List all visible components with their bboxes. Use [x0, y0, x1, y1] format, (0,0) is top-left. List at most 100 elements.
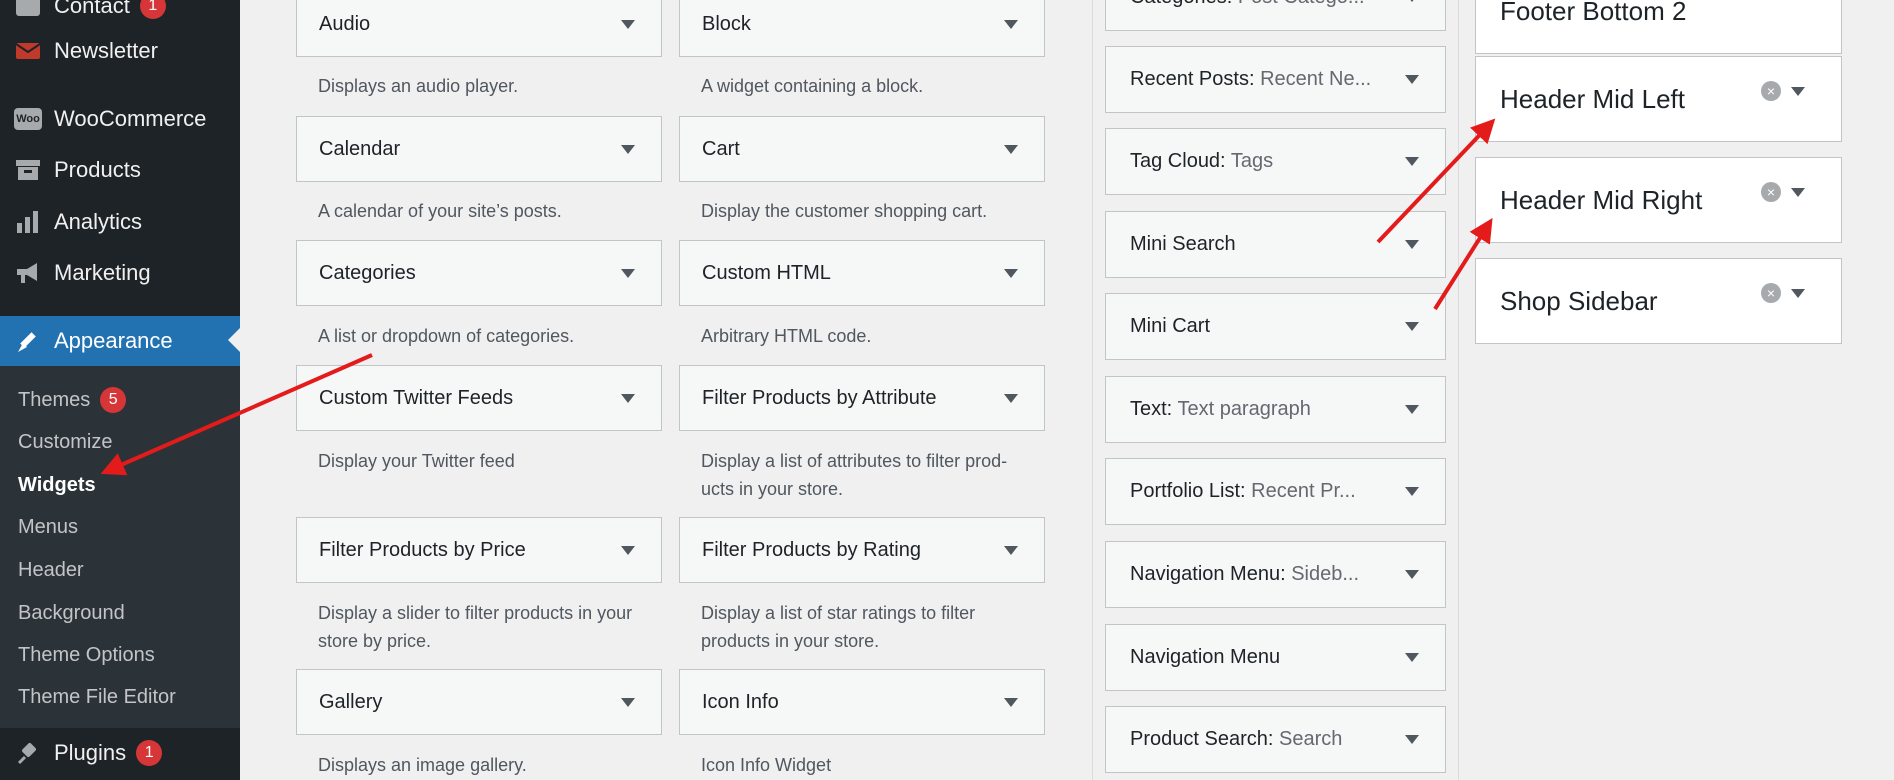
caret-down-icon[interactable]: [1405, 405, 1419, 414]
submenu-themes[interactable]: Themes 5: [18, 384, 127, 416]
widget-filter-products-by-rating[interactable]: Filter Products by Rating: [679, 517, 1045, 583]
menu-contact-label: Contact: [54, 0, 130, 18]
caret-down-icon[interactable]: [621, 545, 635, 555]
caret-down-icon[interactable]: [1405, 735, 1419, 744]
caret-down-icon[interactable]: [1405, 157, 1419, 166]
caret-down-icon[interactable]: [1405, 75, 1419, 84]
sidebar-widget[interactable]: Mini Cart: [1105, 293, 1446, 360]
widget-description: Display a list of star ratings to filter…: [701, 599, 1061, 655]
widget-area-title: Header Mid Left: [1500, 83, 1685, 114]
menu-woocommerce[interactable]: Woo WooCommerce: [0, 95, 240, 143]
submenu-widgets[interactable]: Widgets: [18, 469, 96, 501]
widget-calendar[interactable]: Calendar: [296, 116, 662, 182]
widget-instance-title: Tags: [1230, 150, 1274, 172]
widget-gallery[interactable]: Gallery: [296, 669, 662, 735]
widget-audio[interactable]: Audio: [296, 0, 662, 57]
widget-instance-title: Recent Pr...: [1251, 480, 1356, 502]
submenu-theme-options[interactable]: Theme Options: [18, 639, 155, 671]
widget-categories[interactable]: Categories: [296, 240, 662, 306]
widget-block[interactable]: Block: [679, 0, 1045, 57]
sidebar-widget-title: Mini Cart: [1130, 315, 1395, 338]
widget-area-header-mid-left[interactable]: Header Mid Left ×: [1475, 56, 1842, 142]
widget-type: Recent Posts:: [1130, 68, 1255, 90]
widget-description: Displays an image gallery.: [318, 755, 527, 775]
menu-analytics[interactable]: Analytics: [0, 198, 240, 246]
caret-down-icon[interactable]: [1004, 697, 1018, 707]
widget-description: Arbitrary HTML code.: [701, 326, 872, 346]
submenu-header[interactable]: Header: [18, 554, 84, 586]
caret-down-icon[interactable]: [1004, 393, 1018, 403]
close-circle-icon[interactable]: ×: [1761, 283, 1781, 303]
menu-plugins[interactable]: Plugins 1: [0, 729, 240, 777]
close-circle-icon[interactable]: ×: [1761, 182, 1781, 202]
sidebar-widget[interactable]: Product Search: Search: [1105, 706, 1446, 773]
caret-down-icon[interactable]: [1004, 268, 1018, 278]
widget-area-shop-sidebar[interactable]: Shop Sidebar ×: [1475, 258, 1842, 344]
caret-down-icon[interactable]: [621, 144, 635, 154]
caret-down-icon[interactable]: [1405, 570, 1419, 579]
widget-area-footer-bottom-2[interactable]: Footer Bottom 2: [1475, 0, 1842, 54]
sidebar-widget[interactable]: Portfolio List: Recent Pr...: [1105, 458, 1446, 525]
menu-newsletter-label: Newsletter: [54, 38, 158, 63]
submenu-background[interactable]: Background: [18, 597, 125, 629]
menu-newsletter[interactable]: Newsletter: [0, 27, 240, 75]
sidebar-widget-title: Recent Posts: Recent Ne...: [1130, 68, 1395, 91]
caret-down-icon[interactable]: [621, 268, 635, 278]
sidebar-widget[interactable]: Recent Posts: Recent Ne...: [1105, 46, 1446, 113]
menu-products[interactable]: Products: [0, 146, 240, 194]
caret-down-icon[interactable]: [1004, 144, 1018, 154]
caret-down-icon[interactable]: [1405, 653, 1419, 662]
close-circle-icon[interactable]: ×: [1761, 81, 1781, 101]
widget-instance-title: Text paragraph: [1177, 398, 1311, 420]
current-menu-arrow: [228, 328, 240, 352]
widget-title: Categories: [319, 261, 416, 284]
caret-down-icon[interactable]: [1791, 86, 1805, 96]
contact-badge: 1: [139, 0, 166, 19]
paintbrush-icon: [14, 327, 42, 355]
sidebar-widget[interactable]: Categories: Post Catego...: [1105, 0, 1446, 31]
menu-appearance[interactable]: Appearance: [0, 316, 240, 366]
caret-down-icon[interactable]: [1004, 19, 1018, 29]
widget-custom-html[interactable]: Custom HTML: [679, 240, 1045, 306]
widget-area-title: Header Mid Right: [1500, 184, 1703, 215]
submenu-menus[interactable]: Menus: [18, 511, 78, 543]
widget-filter-products-by-attribute[interactable]: Filter Products by Attribute: [679, 365, 1045, 431]
caret-down-icon[interactable]: [1791, 288, 1805, 298]
column-divider: [1458, 0, 1459, 780]
desc-line: products in your store.: [701, 631, 880, 651]
widget-type: Text:: [1130, 398, 1173, 420]
caret-down-icon[interactable]: [1405, 487, 1419, 496]
sidebar-widget[interactable]: Tag Cloud: Tags: [1105, 128, 1446, 195]
widget-area-header-mid-right[interactable]: Header Mid Right ×: [1475, 157, 1842, 243]
submenu-themes-label: Themes: [18, 388, 91, 411]
widget-title: Block: [702, 12, 751, 35]
widget-title: Icon Info: [702, 690, 779, 713]
caret-down-icon[interactable]: [1004, 545, 1018, 555]
caret-down-icon[interactable]: [621, 393, 635, 403]
sidebar-widget[interactable]: Text: Text paragraph: [1105, 376, 1446, 443]
sidebar-widget[interactable]: Navigation Menu: [1105, 624, 1446, 691]
appearance-submenu: Themes 5 Customize Widgets Menus Header …: [0, 366, 240, 728]
menu-marketing[interactable]: Marketing: [0, 249, 240, 297]
submenu-customize[interactable]: Customize: [18, 426, 112, 458]
sidebar-widget[interactable]: Navigation Menu: Sideb...: [1105, 541, 1446, 608]
widget-custom-twitter-feeds[interactable]: Custom Twitter Feeds: [296, 365, 662, 431]
menu-contact[interactable]: Contact 1: [0, 0, 240, 30]
menu-appearance-label: Appearance: [54, 328, 173, 353]
widget-title: Audio: [319, 12, 371, 35]
widget-cart[interactable]: Cart: [679, 116, 1045, 182]
widget-filter-products-by-price[interactable]: Filter Products by Price: [296, 517, 662, 583]
caret-down-icon[interactable]: [1405, 240, 1419, 249]
submenu-theme-file-editor[interactable]: Theme File Editor: [18, 681, 176, 713]
widget-icon-info[interactable]: Icon Info: [679, 669, 1045, 735]
caret-down-icon[interactable]: [1405, 0, 1419, 2]
sidebar-widget[interactable]: Mini Search: [1105, 211, 1446, 278]
widget-type: Portfolio List:: [1130, 480, 1246, 502]
caret-down-icon[interactable]: [621, 697, 635, 707]
caret-down-icon[interactable]: [1405, 322, 1419, 331]
menu-plugins-label: Plugins: [54, 740, 127, 765]
caret-down-icon[interactable]: [1791, 187, 1805, 197]
sidebar-widget-title: Categories: Post Catego...: [1130, 0, 1395, 9]
sidebar-widget-title: Portfolio List: Recent Pr...: [1130, 480, 1395, 503]
caret-down-icon[interactable]: [621, 19, 635, 29]
